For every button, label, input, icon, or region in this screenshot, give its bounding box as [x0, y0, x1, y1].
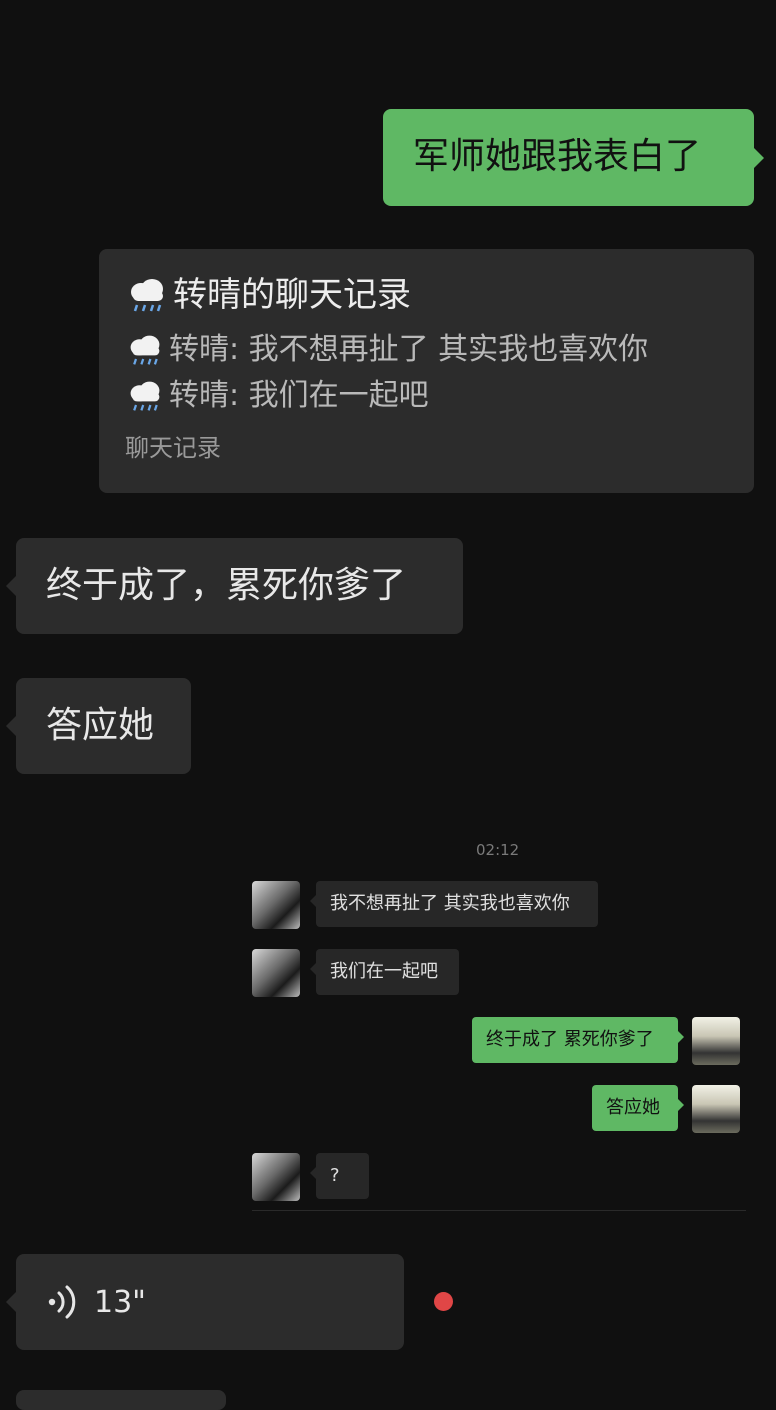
- screenshot-divider: [252, 1210, 746, 1211]
- screenshot-message-bubble: 我不想再扯了 其实我也喜欢你: [310, 881, 598, 927]
- chat-record-title-row: 转晴的聊天记录: [125, 273, 728, 317]
- chat-record-line: 转晴: 我不想再扯了 其实我也喜欢你: [125, 327, 728, 373]
- voice-wave-icon: [46, 1282, 80, 1322]
- outgoing-message-bubble[interactable]: 军师她跟我表白了: [383, 109, 764, 206]
- chat-record-line: 转晴: 我们在一起吧: [125, 373, 728, 419]
- embedded-chat-screenshot[interactable]: 02:12 我不想再扯了 其实我也喜欢你 我们在一起吧 终于成了 累死你爹了 答…: [246, 830, 746, 1215]
- message-text: 军师她跟我表白了: [413, 136, 702, 177]
- rain-cloud-icon: [125, 378, 165, 414]
- partial-message-bubble[interactable]: [16, 1390, 226, 1410]
- self-avatar[interactable]: [692, 1017, 740, 1065]
- chat-record-line-text: 转晴: 我们在一起吧: [169, 378, 429, 413]
- chat-record-line-text: 转晴: 我不想再扯了 其实我也喜欢你: [169, 332, 649, 367]
- message-text: 终于成了，累死你爹了: [46, 565, 407, 606]
- screenshot-message-text: 我们在一起吧: [330, 961, 438, 982]
- screenshot-timestamp: 02:12: [476, 841, 520, 859]
- screenshot-message-bubble: ?: [310, 1153, 369, 1199]
- voice-message-bubble[interactable]: 13": [6, 1254, 404, 1350]
- message-text: 答应她: [46, 705, 155, 746]
- screenshot-message-text: 我不想再扯了 其实我也喜欢你: [330, 893, 570, 914]
- screenshot-message-text: 答应她: [606, 1097, 660, 1118]
- chat-record-card[interactable]: 转晴的聊天记录 转晴: 我不想再扯了 其实我也喜欢你 转晴: 我们在一起吧 聊天…: [99, 249, 754, 493]
- screenshot-message-text: ?: [330, 1165, 340, 1186]
- red-dot-icon: [434, 1292, 453, 1311]
- screenshot-message-bubble: 答应她: [592, 1085, 684, 1131]
- chat-record-title: 转晴的聊天记录: [173, 275, 411, 315]
- rain-cloud-icon: [125, 332, 165, 368]
- voice-duration: 13": [94, 1284, 146, 1320]
- incoming-message-bubble[interactable]: 终于成了，累死你爹了: [6, 538, 463, 634]
- screenshot-message-bubble: 终于成了 累死你爹了: [472, 1017, 684, 1063]
- screenshot-message-bubble: 我们在一起吧: [310, 949, 459, 995]
- contact-avatar[interactable]: [252, 881, 300, 929]
- self-avatar[interactable]: [692, 1085, 740, 1133]
- contact-avatar[interactable]: [252, 949, 300, 997]
- rain-cloud-icon: [125, 275, 169, 315]
- incoming-message-bubble[interactable]: 答应她: [6, 678, 191, 774]
- chat-record-footer: 聊天记录: [125, 434, 221, 462]
- contact-avatar[interactable]: [252, 1153, 300, 1201]
- screenshot-message-text: 终于成了 累死你爹了: [486, 1029, 654, 1050]
